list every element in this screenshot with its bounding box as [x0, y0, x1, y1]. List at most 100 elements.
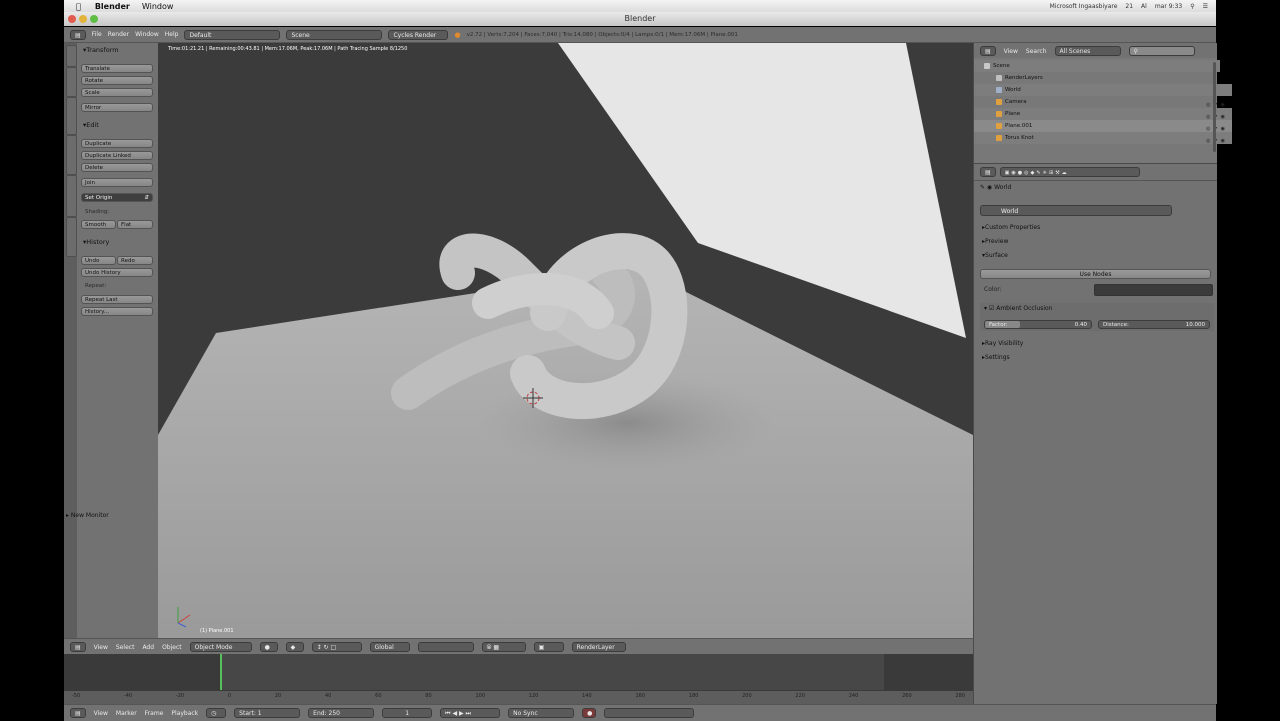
visibility-icons[interactable]: ◎↗◉ [1206, 135, 1228, 147]
menu-render[interactable]: Render [108, 31, 129, 38]
render-engine-select[interactable]: Cycles Render [388, 29, 449, 40]
sync-select[interactable]: No Sync [508, 708, 575, 718]
keying-set-field[interactable] [604, 708, 695, 718]
undo-history-button[interactable]: Undo History [81, 268, 153, 277]
translate-button[interactable]: Translate [81, 64, 153, 73]
end-frame-field[interactable]: End: 250 [308, 708, 375, 718]
ao-distance-field[interactable]: Distance: 10.000 [1098, 320, 1210, 329]
outliner-row-scene[interactable]: Scene [974, 60, 1220, 72]
duplicate-button[interactable]: Duplicate [81, 139, 153, 148]
editor-type-icon[interactable]: ▤ [70, 642, 86, 652]
set-origin-menu[interactable]: Set Origin ⇵ [81, 193, 153, 202]
render-icons[interactable]: ▣ [533, 642, 564, 652]
manipulator-icons[interactable]: ↕ ↻ □ [311, 642, 362, 652]
redo-button[interactable]: Redo [117, 256, 153, 265]
tab-relations[interactable] [66, 97, 77, 135]
scene-select[interactable]: Scene [286, 29, 383, 40]
menu-help[interactable]: Help [165, 31, 179, 38]
tab-animation[interactable] [66, 135, 77, 175]
scale-button[interactable]: Scale [81, 88, 153, 97]
delete-button[interactable]: Delete [81, 163, 153, 172]
outliner-scrollbar[interactable] [1213, 62, 1216, 152]
panel-transform-title[interactable]: Transform [83, 46, 118, 54]
editor-type-icon[interactable]: ▤ [70, 708, 86, 718]
status-item-al[interactable]: Al [1141, 3, 1147, 10]
snap-icons[interactable]: ⦾ ▦ [481, 642, 526, 652]
ao-header[interactable]: ▾ ☑ Ambient Occlusion [984, 305, 1052, 312]
panel-edit-title[interactable]: Edit [83, 121, 99, 129]
viewport-shading-icon[interactable]: ● [259, 642, 278, 652]
menu-window[interactable]: Window [142, 2, 174, 11]
world-color-swatch[interactable] [1094, 284, 1213, 296]
pivot-icon[interactable]: ◆ [285, 642, 304, 652]
outliner-row-renderlayers[interactable]: RenderLayers [974, 72, 1232, 84]
preview-range-icon[interactable]: ◷ [206, 708, 227, 718]
menu-select[interactable]: Select [116, 644, 135, 651]
3d-viewport[interactable]: Time:01:21.21 | Remaining:00:43.81 | Mem… [158, 43, 973, 638]
mode-select[interactable]: Object Mode [189, 642, 252, 652]
section-custom-properties[interactable]: Custom Properties [982, 224, 1040, 231]
outliner-row-plane[interactable]: Plane ◎↗◉ [974, 108, 1232, 120]
world-datablock-field[interactable]: World [980, 205, 1172, 216]
layer-buttons[interactable] [417, 642, 474, 652]
history-button[interactable]: History... [81, 307, 153, 316]
zoom-window-button[interactable] [90, 15, 98, 23]
menu-frame[interactable]: Frame [145, 710, 164, 717]
section-surface[interactable]: Surface [982, 252, 1008, 259]
repeat-last-button[interactable]: Repeat Last [81, 295, 153, 304]
menu-marker[interactable]: Marker [116, 710, 137, 717]
tab-physics[interactable] [66, 175, 77, 217]
clock[interactable]: mar 9:33 [1155, 3, 1182, 10]
status-item-input[interactable]: Microsoft Ingaasbiyare [1050, 3, 1118, 10]
current-frame-marker[interactable] [220, 654, 222, 690]
outliner-filter-select[interactable]: All Scenes [1054, 46, 1121, 56]
mirror-button[interactable]: Mirror [81, 103, 153, 112]
outliner-row-camera[interactable]: Camera ◎↗◉ [974, 96, 1232, 108]
ao-factor-slider[interactable]: Factor: 0.40 [984, 320, 1092, 329]
outliner[interactable]: Scene RenderLayers World Camera ◎↗◉ Plane… [974, 58, 1232, 163]
close-window-button[interactable] [68, 15, 76, 23]
smooth-button[interactable]: Smooth [81, 220, 116, 229]
menu-add[interactable]: Add [142, 644, 154, 651]
section-settings[interactable]: Settings [982, 354, 1010, 361]
editor-type-icon[interactable]: ▤ [70, 29, 86, 40]
properties-context-tabs[interactable]: ▣◉●◎◆✎☀⊞⚒☁ [999, 167, 1140, 177]
panel-history-title[interactable]: History [83, 238, 109, 246]
minimize-window-button[interactable] [79, 15, 87, 23]
app-menu[interactable]: Blender [95, 2, 130, 11]
apple-icon[interactable]:  [76, 2, 81, 11]
editor-type-icon[interactable]: ▤ [980, 46, 996, 56]
section-ray-visibility[interactable]: Ray Visibility [982, 340, 1023, 347]
join-button[interactable]: Join [81, 178, 153, 187]
outliner-row-world[interactable]: World [974, 84, 1232, 96]
duplicate-linked-button[interactable]: Duplicate Linked [81, 151, 153, 160]
new-monitor-panel[interactable]: ▸ New Monitor [66, 512, 109, 519]
menu-object[interactable]: Object [162, 644, 182, 651]
playback-controls[interactable]: ⏮ ◀ ▶ ⏭ [440, 708, 501, 718]
menu-view[interactable]: View [94, 644, 108, 651]
orientation-select[interactable]: Global [369, 642, 410, 652]
menu-playback[interactable]: Playback [171, 710, 198, 717]
tab-tools[interactable] [66, 45, 77, 67]
menu-view[interactable]: View [1004, 48, 1018, 55]
screen-layout-select[interactable]: Default [184, 29, 281, 40]
search-icon[interactable]: ⚲ [1190, 3, 1194, 10]
undo-button[interactable]: Undo [81, 256, 116, 265]
tab-create[interactable] [66, 67, 77, 97]
record-icon[interactable]: ● [582, 708, 597, 718]
status-item-count[interactable]: 21 [1125, 3, 1133, 10]
start-frame-field[interactable]: Start: 1 [234, 708, 301, 718]
flat-button[interactable]: Flat [117, 220, 153, 229]
menu-file[interactable]: File [92, 31, 102, 38]
section-preview[interactable]: Preview [982, 238, 1008, 245]
rotate-button[interactable]: Rotate [81, 76, 153, 85]
list-icon[interactable]: ☰ [1203, 3, 1208, 10]
render-layer-select[interactable]: RenderLayer [571, 642, 626, 652]
menu-window[interactable]: Window [135, 31, 159, 38]
menu-search[interactable]: Search [1026, 48, 1047, 55]
tab-grease-pencil[interactable] [66, 217, 77, 257]
current-frame-field[interactable]: 1 [382, 708, 433, 718]
use-nodes-button[interactable]: Use Nodes [980, 269, 1211, 279]
outliner-row-plane001[interactable]: Plane.001 ◎↗◉ [974, 120, 1232, 132]
editor-type-icon[interactable]: ▤ [980, 167, 996, 177]
